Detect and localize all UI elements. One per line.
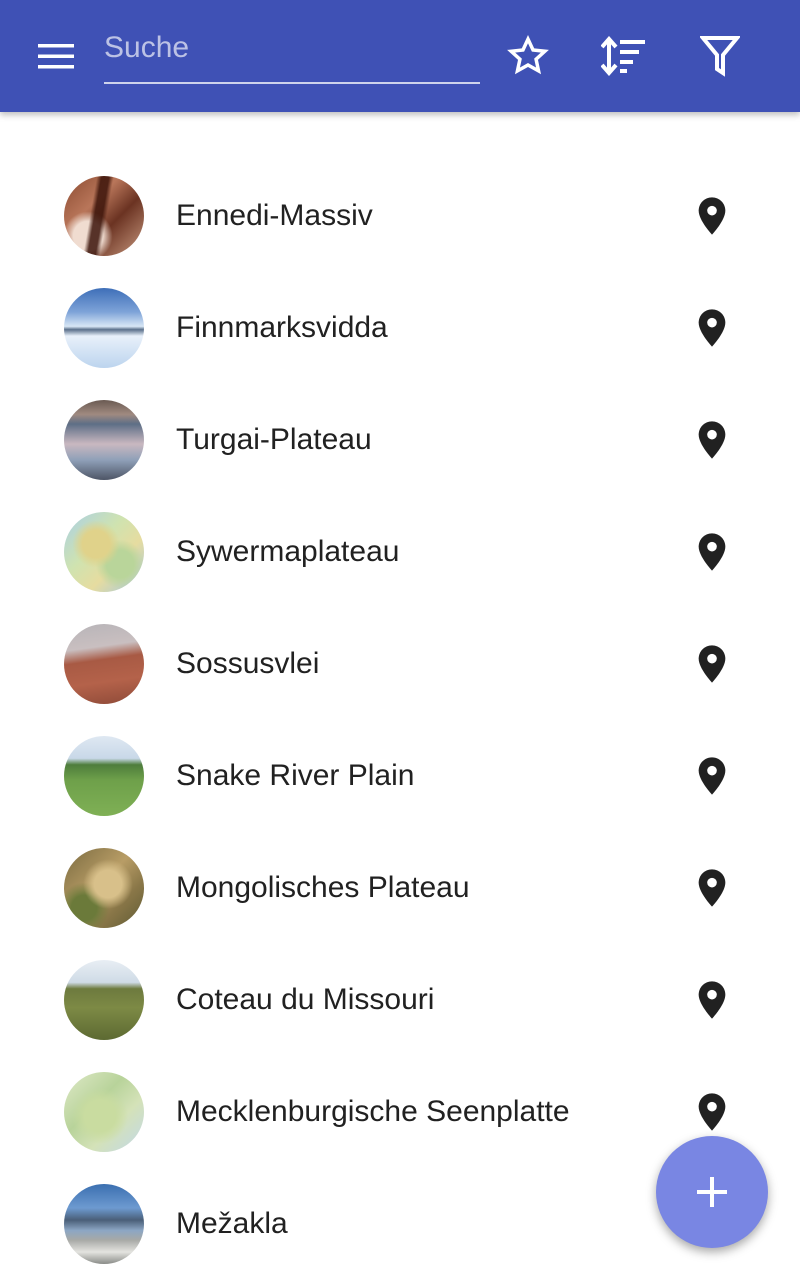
place-thumbnail [64,512,144,592]
list-item[interactable]: Sossusvlei [0,608,800,720]
place-thumbnail [64,624,144,704]
map-pin-icon [698,981,726,1019]
favorites-button[interactable] [492,20,564,92]
plus-icon [697,1177,727,1207]
map-pin-button[interactable] [676,740,748,812]
place-thumbnail [64,176,144,256]
place-thumbnail [64,848,144,928]
place-thumbnail [64,288,144,368]
map-pin-button[interactable] [676,292,748,364]
place-thumbnail [64,1072,144,1152]
filter-icon [700,36,740,77]
place-thumbnail [64,1184,144,1264]
list-item[interactable]: Turgai-Plateau [0,384,800,496]
place-name: Mežakla [176,1207,288,1240]
map-pin-button[interactable] [676,404,748,476]
menu-button[interactable] [20,20,92,92]
place-thumbnail [64,736,144,816]
sort-icon [601,36,645,76]
place-thumbnail [64,400,144,480]
search-input[interactable] [104,26,474,70]
place-thumbnail [64,960,144,1040]
map-pin-button[interactable] [676,964,748,1036]
app-bar [0,0,800,112]
place-name: Turgai-Plateau [176,423,372,456]
list-item[interactable]: Snake River Plain [0,720,800,832]
list-item[interactable]: Ennedi-Massiv [0,160,800,272]
star-outline-icon [507,35,549,75]
hamburger-menu-icon [38,44,74,69]
place-name: Sossusvlei [176,647,320,680]
map-pin-button[interactable] [676,180,748,252]
add-place-button[interactable] [656,1136,768,1248]
map-pin-icon [698,421,726,459]
list-item[interactable]: Sywermaplateau [0,496,800,608]
map-pin-button[interactable] [676,628,748,700]
map-pin-icon [698,309,726,347]
place-name: Sywermaplateau [176,535,400,568]
map-pin-button[interactable] [676,516,748,588]
place-name: Finnmarksvidda [176,311,388,344]
map-pin-icon [698,533,726,571]
place-name: Snake River Plain [176,759,415,792]
map-pin-icon [698,1093,726,1131]
place-name: Coteau du Missouri [176,983,435,1016]
filter-button[interactable] [684,20,756,92]
list-item[interactable]: Mongolisches Plateau [0,832,800,944]
sort-button[interactable] [588,20,660,92]
place-name: Mecklenburgische Seenplatte [176,1095,570,1128]
map-pin-icon [698,197,726,235]
map-pin-button[interactable] [676,852,748,924]
place-name: Mongolisches Plateau [176,871,470,904]
search-field [104,20,480,84]
map-pin-icon [698,645,726,683]
place-name: Ennedi-Massiv [176,199,373,232]
list-item[interactable]: Finnmarksvidda [0,272,800,384]
list-item[interactable]: Coteau du Missouri [0,944,800,1056]
map-pin-icon [698,757,726,795]
map-pin-icon [698,869,726,907]
